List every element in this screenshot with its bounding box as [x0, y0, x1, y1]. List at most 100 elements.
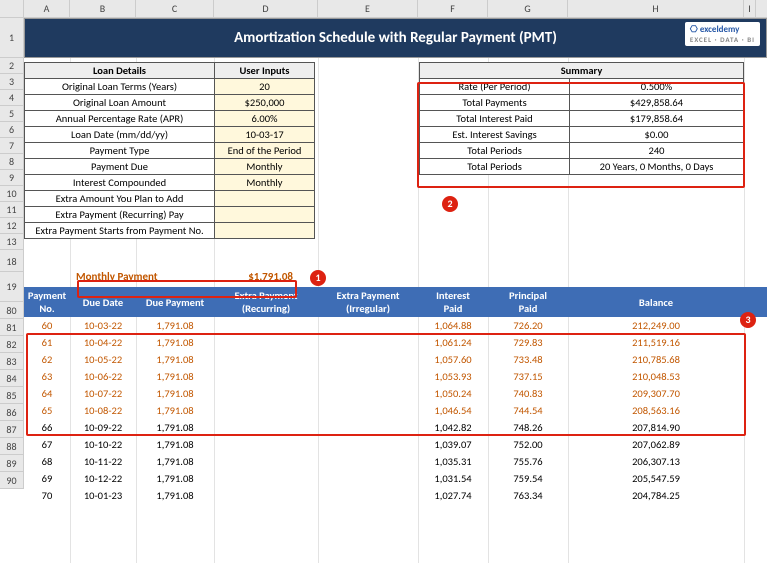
row-87[interactable]: 87 — [0, 421, 23, 438]
col-E[interactable]: E — [318, 0, 418, 17]
loan-value[interactable] — [215, 207, 315, 223]
col-C[interactable]: C — [136, 0, 214, 17]
summary-value: $429,858.64 — [570, 95, 744, 111]
row-19[interactable]: 19 — [0, 272, 23, 302]
cell-payment-no: 70 — [24, 489, 70, 502]
loan-value[interactable]: $250,000 — [215, 95, 315, 111]
cell-principal-paid: 740.83 — [488, 387, 568, 400]
col-I[interactable]: I — [744, 0, 756, 17]
cell-interest-paid: 1,031.54 — [418, 472, 488, 485]
loan-value[interactable]: End of the Period — [215, 143, 315, 159]
schedule-row[interactable]: 68 10-11-22 1,791.08 1,035.31 755.76 206… — [24, 453, 767, 470]
cell-due-payment: 1,791.08 — [136, 489, 214, 502]
row-89[interactable]: 89 — [0, 455, 23, 472]
loan-row: Extra Amount You Plan to Add — [25, 191, 315, 207]
row-90[interactable]: 90 — [0, 472, 23, 489]
schedule-row[interactable]: 63 10-06-22 1,791.08 1,053.93 737.15 210… — [24, 368, 767, 385]
cell-balance: 209,307.70 — [568, 387, 744, 400]
row-6[interactable]: 6 — [0, 122, 23, 138]
cell-principal-paid: 748.26 — [488, 421, 568, 434]
schedule-row[interactable]: 60 10-03-22 1,791.08 1,064.88 726.20 212… — [24, 317, 767, 334]
loan-row: Payment Type End of the Period — [25, 143, 315, 159]
loan-value[interactable]: Monthly — [215, 175, 315, 191]
loan-label: Annual Percentage Rate (APR) — [25, 111, 215, 127]
cell-due-date: 10-10-22 — [70, 438, 136, 451]
row-86[interactable]: 86 — [0, 404, 23, 421]
summary-label: Total Payments — [420, 95, 570, 111]
col-D[interactable]: D — [214, 0, 318, 17]
cell-payment-no: 68 — [24, 455, 70, 468]
loan-value[interactable]: 10-03-17 — [215, 127, 315, 143]
cell-interest-paid: 1,050.24 — [418, 387, 488, 400]
row-5[interactable]: 5 — [0, 106, 23, 122]
loan-value[interactable] — [215, 191, 315, 207]
row-80[interactable]: 80 — [0, 302, 23, 319]
row-3[interactable]: 3 — [0, 74, 23, 90]
row-4[interactable]: 4 — [0, 90, 23, 106]
row-11[interactable]: 11 — [0, 202, 23, 218]
cell-due-payment: 1,791.08 — [136, 319, 214, 332]
summary-value: 240 — [570, 143, 744, 159]
cell-interest-paid: 1,046.54 — [418, 404, 488, 417]
user-inputs-header: User Inputs — [215, 63, 315, 79]
cell-principal-paid: 733.48 — [488, 353, 568, 366]
cell-due-payment: 1,791.08 — [136, 404, 214, 417]
hdr-due-date: Due Date — [70, 296, 136, 309]
loan-row: Loan Date (mm/dd/yy) 10-03-17 — [25, 127, 315, 143]
schedule-row[interactable]: 61 10-04-22 1,791.08 1,061.24 729.83 211… — [24, 334, 767, 351]
cell-due-date: 10-06-22 — [70, 370, 136, 383]
schedule-row[interactable]: 65 10-08-22 1,791.08 1,046.54 744.54 208… — [24, 402, 767, 419]
cell-interest-paid: 1,039.07 — [418, 438, 488, 451]
cell-due-date: 10-12-22 — [70, 472, 136, 485]
row-13[interactable]: 13 — [0, 234, 23, 250]
col-F[interactable]: F — [418, 0, 488, 17]
col-H[interactable]: H — [568, 0, 744, 17]
summary-label: Total Periods — [420, 143, 570, 159]
hdr-due-payment: Due Payment — [136, 296, 214, 309]
cell-interest-paid: 1,042.82 — [418, 421, 488, 434]
monthly-label: Monthly Payment — [76, 270, 221, 283]
cell-due-date: 10-04-22 — [70, 336, 136, 349]
schedule-row[interactable]: 64 10-07-22 1,791.08 1,050.24 740.83 209… — [24, 385, 767, 402]
row-81[interactable]: 81 — [0, 319, 23, 336]
row-84[interactable]: 84 — [0, 370, 23, 387]
col-B[interactable]: B — [70, 0, 136, 17]
row-9[interactable]: 9 — [0, 170, 23, 186]
schedule-row[interactable]: 69 10-12-22 1,791.08 1,031.54 759.54 205… — [24, 470, 767, 487]
cell-due-payment: 1,791.08 — [136, 472, 214, 485]
summary-row: Total Interest Paid $179,858.64 — [420, 111, 744, 127]
cell-due-payment: 1,791.08 — [136, 421, 214, 434]
schedule-row[interactable]: 66 10-09-22 1,791.08 1,042.82 748.26 207… — [24, 419, 767, 436]
cell-principal-paid: 729.83 — [488, 336, 568, 349]
cell-payment-no: 66 — [24, 421, 70, 434]
row-10[interactable]: 10 — [0, 186, 23, 202]
loan-label: Extra Amount You Plan to Add — [25, 191, 215, 207]
loan-value[interactable] — [215, 223, 315, 239]
row-88[interactable]: 88 — [0, 438, 23, 455]
summary-row: Rate (Per Period) 0.500% — [420, 79, 744, 95]
cell-principal-paid: 752.00 — [488, 438, 568, 451]
row-18[interactable]: 18 — [0, 254, 23, 272]
row-8[interactable]: 8 — [0, 154, 23, 170]
col-A[interactable]: A — [24, 0, 70, 17]
loan-value[interactable]: Monthly — [215, 159, 315, 175]
loan-value[interactable]: 20 — [215, 79, 315, 95]
schedule-row[interactable]: 70 10-01-23 1,791.08 1,027.74 763.34 204… — [24, 487, 767, 504]
row-2[interactable]: 2 — [0, 58, 23, 74]
row-12[interactable]: 12 — [0, 218, 23, 234]
row-83[interactable]: 83 — [0, 353, 23, 370]
column-header-row: A B C D E F G H I — [0, 0, 767, 18]
loan-label: Payment Due — [25, 159, 215, 175]
cell-interest-paid: 1,027.74 — [418, 489, 488, 502]
schedule-row[interactable]: 67 10-10-22 1,791.08 1,039.07 752.00 207… — [24, 436, 767, 453]
row-1[interactable]: 1 — [0, 18, 23, 58]
schedule-row[interactable]: 62 10-05-22 1,791.08 1,057.60 733.48 210… — [24, 351, 767, 368]
cell-due-payment: 1,791.08 — [136, 353, 214, 366]
row-85[interactable]: 85 — [0, 387, 23, 404]
row-82[interactable]: 82 — [0, 336, 23, 353]
col-G[interactable]: G — [488, 0, 568, 17]
cell-interest-paid: 1,061.24 — [418, 336, 488, 349]
row-7[interactable]: 7 — [0, 138, 23, 154]
loan-value[interactable]: 6.00% — [215, 111, 315, 127]
cell-balance: 207,062.89 — [568, 438, 744, 451]
